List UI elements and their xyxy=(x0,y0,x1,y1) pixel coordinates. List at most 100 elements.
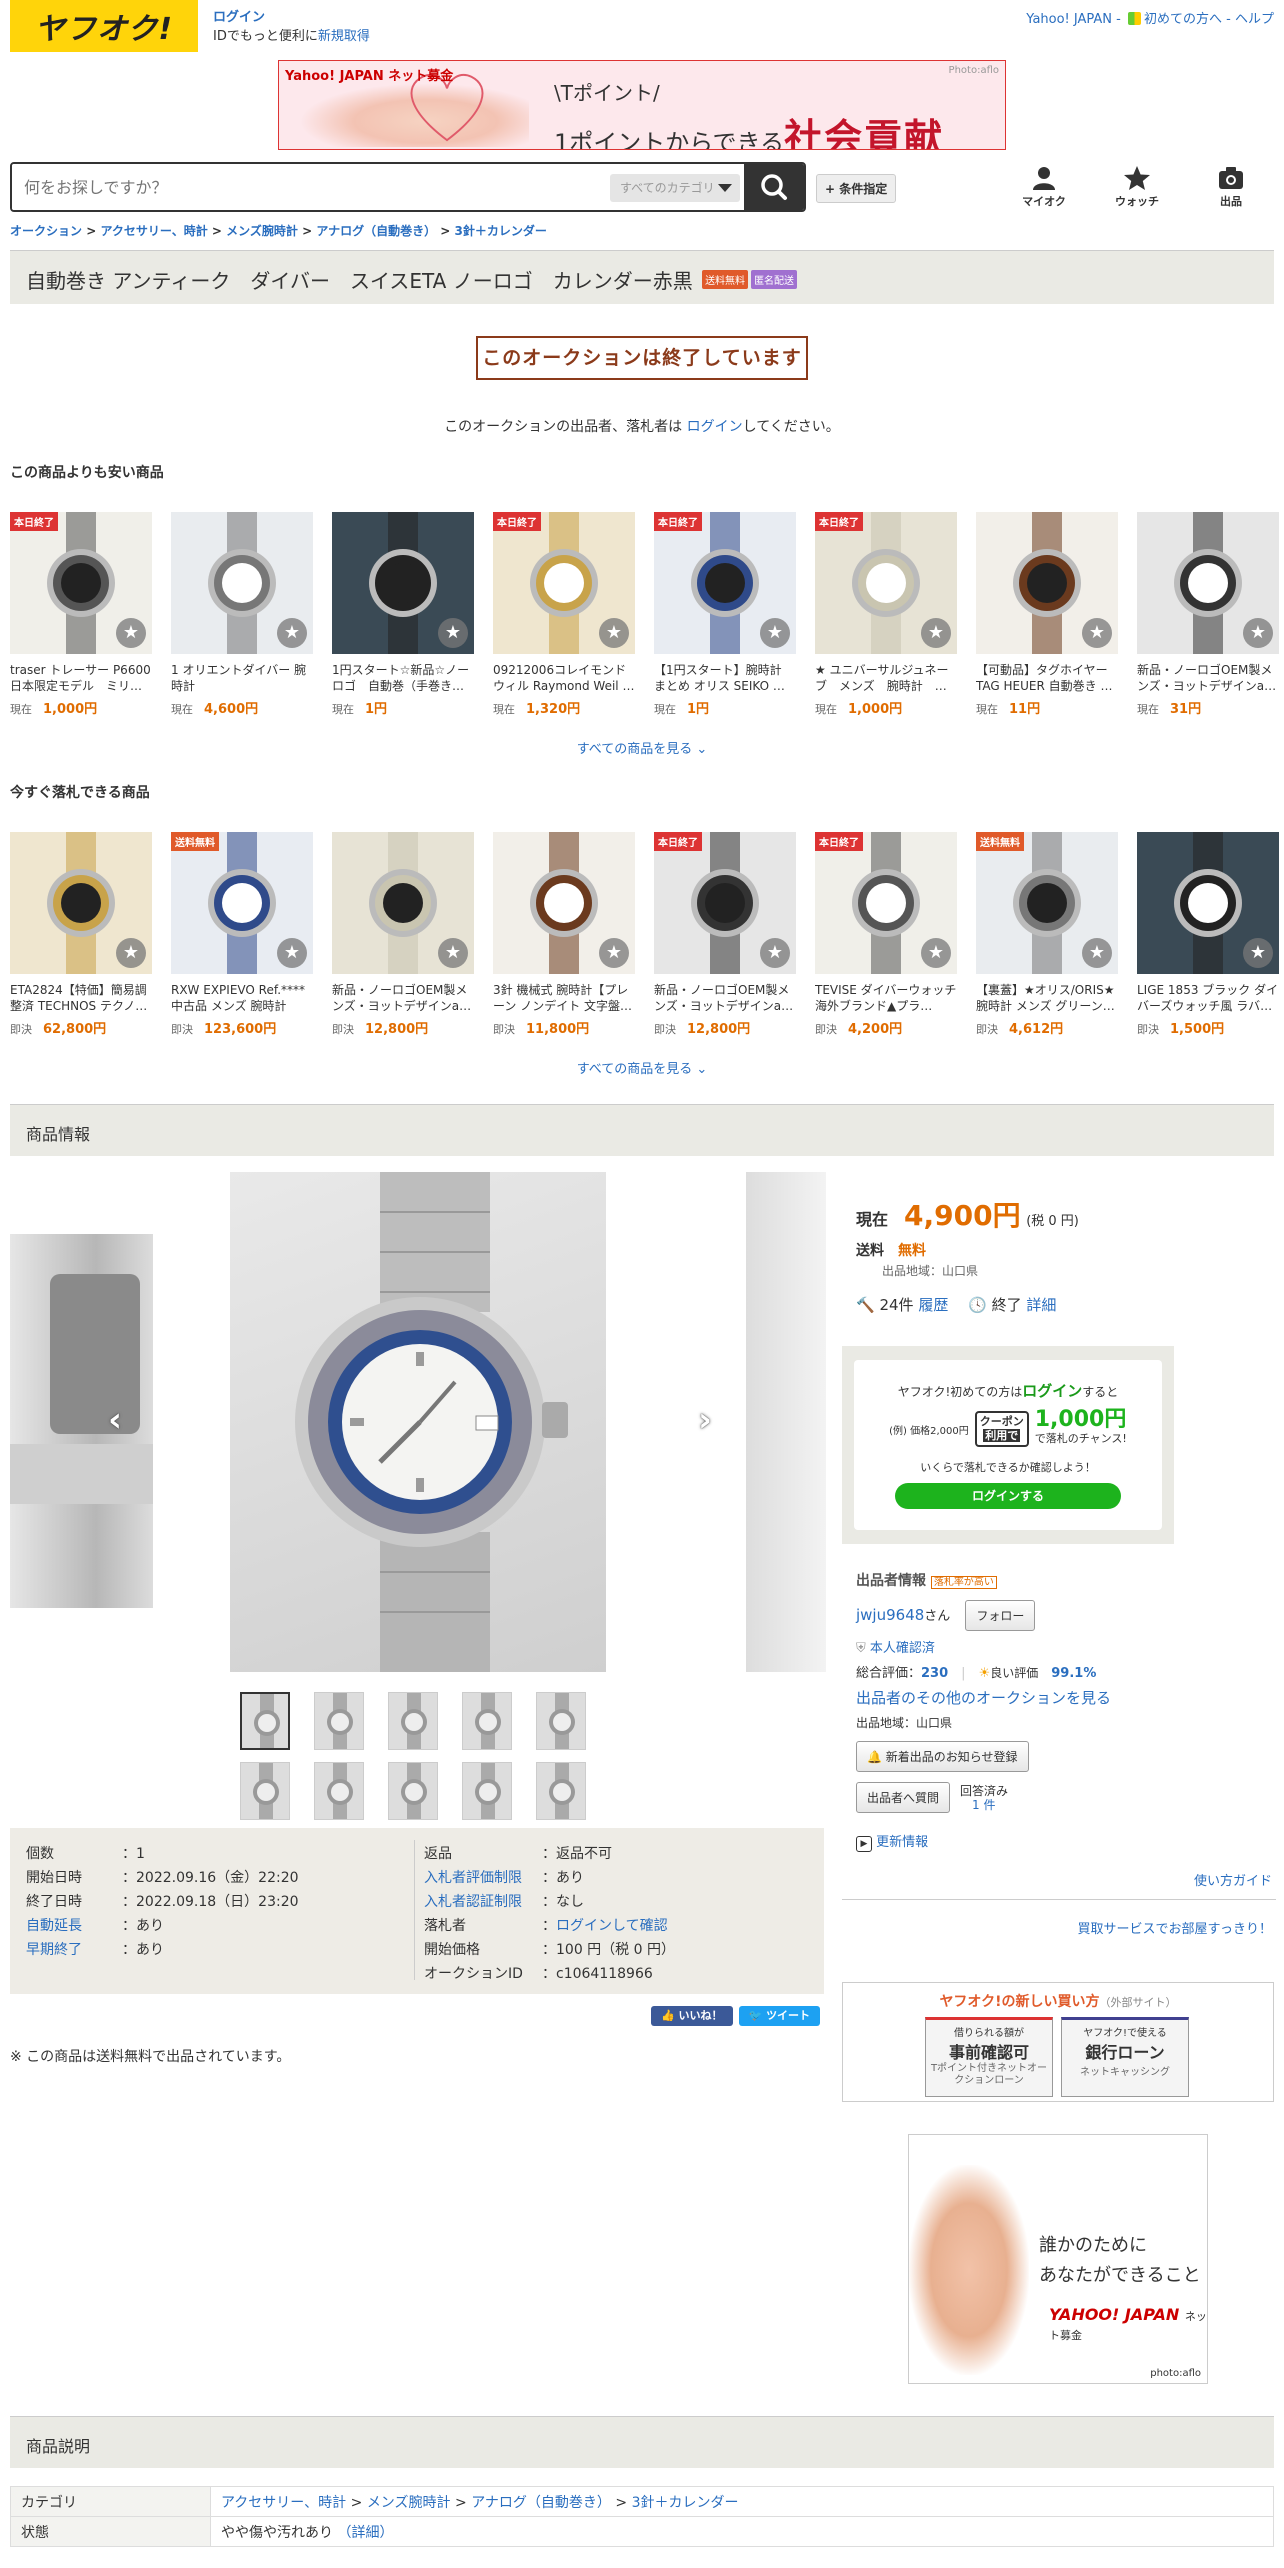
tweet-button[interactable]: 🐦 ツイート xyxy=(738,2006,821,2026)
product-thumbnail[interactable]: 送料無料 ★ xyxy=(976,832,1118,974)
product-title[interactable]: 09212006コレイモンドウィル Raymond Weil … xyxy=(493,662,635,694)
product-title[interactable]: 【裏蓋】★オリス/ORIS★腕時計 メンズ グリーン… xyxy=(976,982,1118,1014)
spec-help-link[interactable]: 入札者認証制限 xyxy=(424,1894,522,1910)
yafuoku-logo[interactable]: ヤフオク! xyxy=(10,0,198,52)
gallery-thumbnail[interactable] xyxy=(240,1692,290,1750)
category-link[interactable]: アクセサリー、時計 xyxy=(221,2495,346,2511)
ask-seller-button[interactable]: 出品者へ質問 xyxy=(856,1782,951,1813)
product-thumbnail[interactable]: 本日終了 ★ xyxy=(654,832,796,974)
watch-star-icon[interactable]: ★ xyxy=(116,618,146,648)
product-thumbnail[interactable]: 本日終了 ★ xyxy=(815,832,957,974)
gallery-thumbnail[interactable] xyxy=(462,1762,512,1820)
product-thumbnail[interactable]: ★ xyxy=(332,832,474,974)
product-thumbnail[interactable]: ★ xyxy=(976,512,1118,654)
category-link[interactable]: アナログ（自動巻き） xyxy=(471,2495,611,2511)
product-title[interactable]: LIGE 1853 ブラック ダイバーズウォッチ風 ラバ… xyxy=(1137,982,1279,1014)
login-link[interactable]: ログイン xyxy=(213,10,265,25)
gallery-thumbnail[interactable] xyxy=(462,1692,512,1750)
gallery-prev-image[interactable]: ${''} xyxy=(10,1234,153,1608)
nav-sell[interactable]: 出品 xyxy=(1201,165,1261,209)
product-title[interactable]: 【1円スタート】腕時計 まとめ オリス SEIKO … xyxy=(654,662,796,694)
product-thumbnail[interactable]: 送料無料 ★ xyxy=(171,832,313,974)
category-select[interactable]: すべてのカテゴリ xyxy=(610,174,740,202)
product-thumbnail[interactable]: 本日終了 ★ xyxy=(654,512,796,654)
answered-count-link[interactable]: 1 件 xyxy=(972,1798,995,1812)
watch-star-icon[interactable]: ★ xyxy=(277,618,307,648)
promo-login-link[interactable]: ログイン xyxy=(1022,1382,1082,1400)
watch-star-icon[interactable]: ★ xyxy=(760,618,790,648)
state-detail-link[interactable]: （詳細） xyxy=(337,2525,393,2541)
product-card[interactable]: ★ 1円スタート☆新品☆ノーロゴ 自動巻（手巻き… 現在 1円 xyxy=(332,512,474,717)
product-card[interactable]: ★ 【可動品】タグホイヤー TAG HEUER 自動巻き … 現在 11円 xyxy=(976,512,1118,717)
gallery-thumbnail[interactable] xyxy=(314,1692,364,1750)
guide-link[interactable]: 使い方ガイド xyxy=(1194,1874,1272,1889)
facebook-like-button[interactable]: 👍 いいね！ xyxy=(651,2006,733,2026)
category-link[interactable]: メンズ腕時計 xyxy=(367,2495,451,2511)
nav-mypage[interactable]: マイオク xyxy=(1014,165,1074,209)
product-title[interactable]: 新品・ノーロゴOEM製メンズ・ヨットデザインa… xyxy=(332,982,474,1014)
gallery-prev-arrow[interactable]: ‹ xyxy=(108,1400,122,1440)
product-card[interactable]: ★ 1 オリエントダイバー 腕時計 現在 4,600円 xyxy=(171,512,313,717)
beginners-link[interactable]: 初めての方へ xyxy=(1144,12,1222,27)
breadcrumb-item[interactable]: アナログ（自動巻き） xyxy=(316,224,436,238)
product-card[interactable]: 本日終了 ★ 【1円スタート】腕時計 まとめ オリス SEIKO … 現在 1円 xyxy=(654,512,796,717)
buynow-see-all-link[interactable]: すべての商品を見る ⌄ xyxy=(0,1058,1284,1077)
end-time-detail-link[interactable]: 詳細 xyxy=(1026,1296,1056,1314)
product-title[interactable]: ★ ユニバーサルジュネーブ メンズ 腕時計 … xyxy=(815,662,957,694)
good-rating-link[interactable]: 99.1% xyxy=(1051,1666,1096,1681)
watch-star-icon[interactable]: ★ xyxy=(599,938,629,968)
spec-help-link[interactable]: 自動延長 xyxy=(26,1918,82,1934)
gallery-next-image[interactable] xyxy=(746,1172,826,1672)
gallery-thumbnail[interactable] xyxy=(388,1692,438,1750)
ended-login-link[interactable]: ログイン xyxy=(687,419,743,435)
breadcrumb-item[interactable]: オークション xyxy=(10,224,82,238)
total-rating-link[interactable]: 230 xyxy=(921,1666,948,1681)
product-card[interactable]: ★ LIGE 1853 ブラック ダイバーズウォッチ風 ラバ… 即決 1,500円 xyxy=(1137,832,1279,1037)
gallery-main-image[interactable] xyxy=(230,1172,606,1672)
product-title[interactable]: 新品・ノーロゴOEM製メンズ・ヨットデザインa… xyxy=(1137,662,1279,694)
yahoo-japan-link[interactable]: Yahoo! JAPAN xyxy=(1026,12,1112,27)
product-thumbnail[interactable]: ★ xyxy=(493,832,635,974)
product-thumbnail[interactable]: ★ xyxy=(332,512,474,654)
seller-name-link[interactable]: jwju9648 xyxy=(856,1606,924,1624)
watch-star-icon[interactable]: ★ xyxy=(438,938,468,968)
gallery-thumbnail[interactable] xyxy=(388,1762,438,1820)
product-thumbnail[interactable]: ★ xyxy=(171,512,313,654)
product-card[interactable]: 本日終了 ★ 新品・ノーロゴOEM製メンズ・ヨットデザインa… 即決 12,800円 xyxy=(654,832,796,1037)
product-card[interactable]: ★ ETA2824【特価】簡易調整済 TECHNOS テクノ… 即決 62,800… xyxy=(10,832,152,1037)
watch-star-icon[interactable]: ★ xyxy=(1243,938,1273,968)
product-title[interactable]: 1円スタート☆新品☆ノーロゴ 自動巻（手巻き… xyxy=(332,662,474,694)
spec-help-link[interactable]: 早期終了 xyxy=(26,1942,82,1958)
follow-button[interactable]: フォロー xyxy=(965,1600,1036,1631)
product-card[interactable]: 送料無料 ★ RXW EXPIEVO Ref.**** 中古品 メンズ 腕時計 即決… xyxy=(171,832,313,1037)
nav-watch[interactable]: ウォッチ xyxy=(1107,165,1167,209)
promo-login-button[interactable]: ログインする xyxy=(895,1483,1121,1509)
watch-star-icon[interactable]: ★ xyxy=(1243,618,1273,648)
product-thumbnail[interactable]: 本日終了 ★ xyxy=(815,512,957,654)
product-card[interactable]: 送料無料 ★ 【裏蓋】★オリス/ORIS★腕時計 メンズ グリーン… 即決 4,61… xyxy=(976,832,1118,1037)
watch-star-icon[interactable]: ★ xyxy=(1082,618,1112,648)
watch-star-icon[interactable]: ★ xyxy=(921,938,951,968)
loan-card-2[interactable]: ヤフオク!で使える 銀行ローン ネットキャッシング xyxy=(1061,2017,1189,2097)
winner-login-link[interactable]: ログインして確認 xyxy=(556,1918,668,1934)
breadcrumb-item[interactable]: メンズ腕時計 xyxy=(226,224,298,238)
product-title[interactable]: TEVISE ダイバーウォッチ 海外ブランド▲プラ… xyxy=(815,982,957,1014)
gallery-thumbnail[interactable] xyxy=(240,1762,290,1820)
donation-ad[interactable]: 誰かのために あなたができること YAHOO! JAPAN ネット募金 photo… xyxy=(908,2134,1208,2384)
product-title[interactable]: 新品・ノーロゴOEM製メンズ・ヨットデザインa… xyxy=(654,982,796,1014)
breadcrumb-item[interactable]: アクセサリー、時計 xyxy=(100,224,207,238)
gallery-thumbnail[interactable] xyxy=(314,1762,364,1820)
help-link[interactable]: ヘルプ xyxy=(1235,12,1274,27)
product-title[interactable]: 【可動品】タグホイヤー TAG HEUER 自動巻き … xyxy=(976,662,1118,694)
seller-other-auctions-link[interactable]: 出品者のその他のオークションを見る xyxy=(856,1689,1111,1707)
product-card[interactable]: 本日終了 ★ 09212006コレイモンドウィル Raymond Weil … 現在… xyxy=(493,512,635,717)
watch-star-icon[interactable]: ★ xyxy=(277,938,307,968)
donation-banner[interactable]: Yahoo! JAPAN ネット募金 Photo:aflo \Tポイント/ 1ポ… xyxy=(278,60,1006,150)
gallery-thumbnail[interactable] xyxy=(536,1692,586,1750)
watch-star-icon[interactable]: ★ xyxy=(1082,938,1112,968)
bid-history-link[interactable]: 履歴 xyxy=(918,1296,948,1314)
watch-star-icon[interactable]: ★ xyxy=(438,618,468,648)
product-thumbnail[interactable]: 本日終了 ★ xyxy=(493,512,635,654)
product-thumbnail[interactable]: ★ xyxy=(1137,512,1279,654)
product-thumbnail[interactable]: ★ xyxy=(1137,832,1279,974)
